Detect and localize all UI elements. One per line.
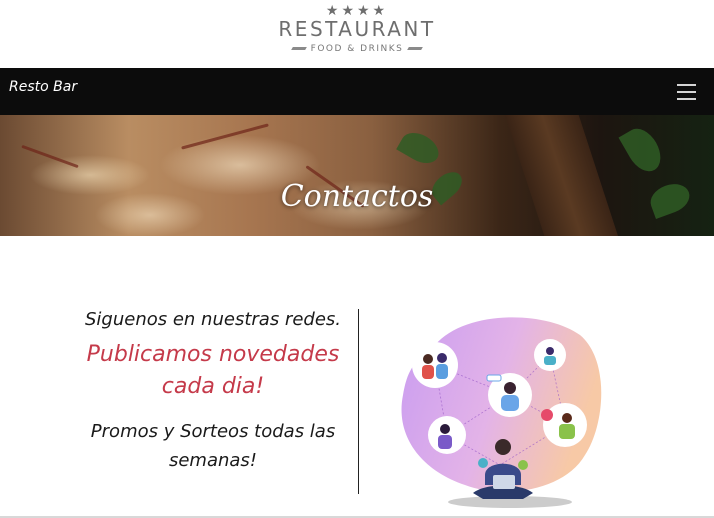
- hero-banner: Contactos: [0, 115, 714, 236]
- logo-header: ★★★★ RESTAURANT FOOD & DRINKS: [0, 0, 714, 68]
- social-line-promos: Promos y Sorteos todas las semanas!: [90, 421, 336, 471]
- hamburger-bar: [677, 84, 696, 86]
- tagline-dash-right: [407, 47, 424, 50]
- logo-tagline: FOOD & DRINKS: [0, 44, 714, 54]
- tagline-dash-left: [290, 47, 307, 50]
- hero-basil-leaf: [618, 122, 668, 178]
- avatar-woman-left-icon: [428, 416, 466, 454]
- hero-basil-leaf: [396, 126, 444, 170]
- social-text-block: Siguenos en nuestras redes. Publicamos n…: [70, 309, 356, 475]
- hero-sauce-drizzle: [181, 123, 269, 150]
- navbar: Resto Bar: [0, 68, 714, 115]
- hamburger-bar: [677, 91, 696, 93]
- logo-tagline-text: FOOD & DRINKS: [310, 44, 404, 54]
- avatar-couple-icon: [412, 342, 458, 388]
- avatar-top-right-icon: [534, 339, 566, 371]
- hero-sauce-drizzle: [21, 144, 79, 169]
- social-network-illustration: [401, 317, 602, 508]
- hero-title: Contactos: [280, 179, 434, 214]
- navbar-brand-link[interactable]: Resto Bar: [9, 79, 77, 95]
- social-line-news: Publicamos novedades cada dia!: [86, 342, 340, 399]
- hamburger-bar: [677, 98, 696, 100]
- hero-wood-board: [503, 115, 623, 236]
- vertical-divider: [358, 309, 359, 494]
- hamburger-menu-icon[interactable]: [668, 80, 704, 104]
- logo-name: RESTAURANT: [278, 17, 436, 41]
- social-line-follow: Siguenos en nuestras redes.: [85, 309, 341, 330]
